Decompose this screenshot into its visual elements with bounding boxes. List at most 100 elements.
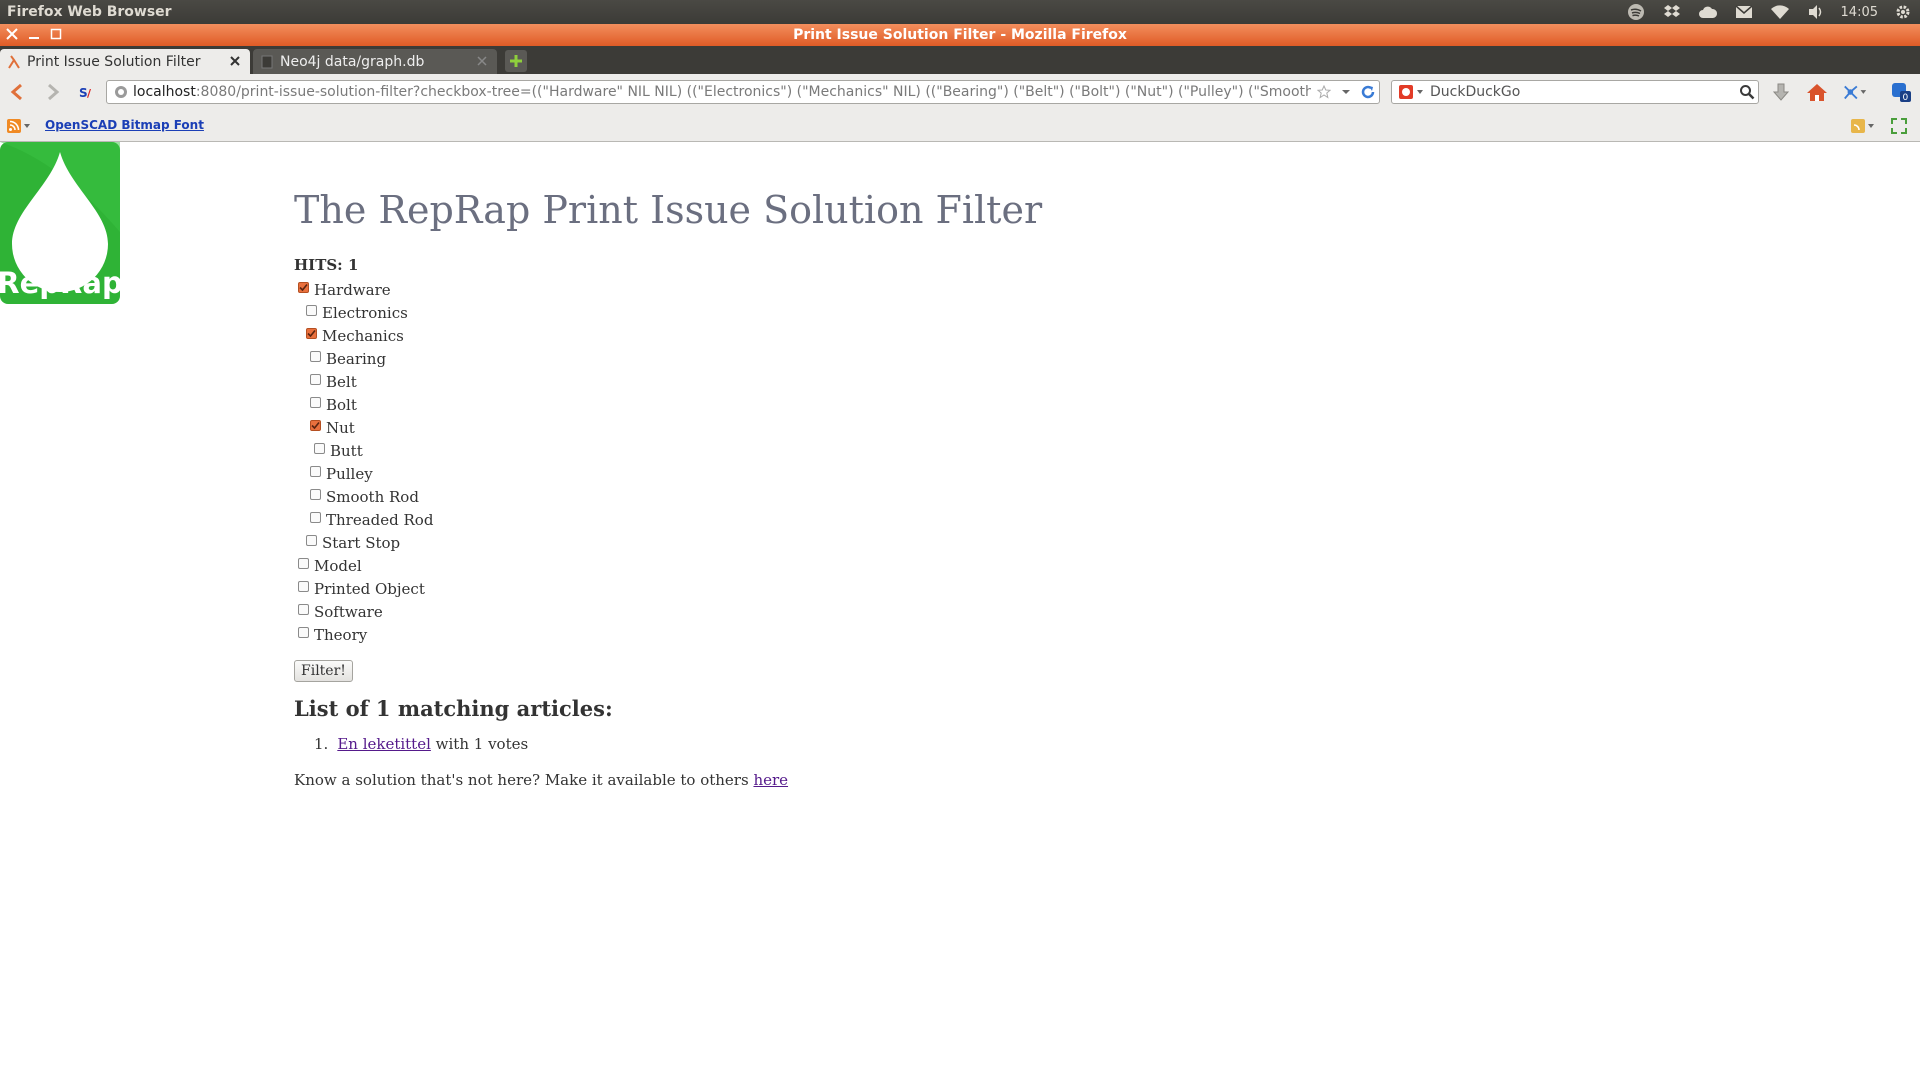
active-app-name: Firefox Web Browser	[7, 4, 172, 20]
tree-item-label: Printed Object	[314, 579, 425, 598]
window-title: Print Issue Solution Filter - Mozilla Fi…	[793, 27, 1127, 43]
checkbox-checked[interactable]	[306, 328, 317, 339]
checkbox-unchecked[interactable]	[298, 604, 309, 615]
history-dropdown-icon[interactable]	[1337, 82, 1355, 102]
contribute-link[interactable]: here	[753, 771, 788, 789]
search-engine-icon[interactable]	[1394, 82, 1426, 102]
bookmark-star-icon[interactable]	[1315, 82, 1333, 102]
spotify-icon[interactable]	[1625, 2, 1647, 22]
logo-text: RepRap	[0, 266, 120, 300]
gear-icon[interactable]	[1892, 2, 1914, 22]
reload-icon[interactable]	[1359, 82, 1377, 102]
result-article-link[interactable]: En leketittel	[337, 735, 431, 753]
site-identity-icon[interactable]	[111, 82, 131, 102]
tree-item[interactable]: Bearing	[294, 347, 1494, 370]
main-content: The RepRap Print Issue Solution Filter H…	[294, 188, 1494, 789]
addon-network-icon[interactable]	[1842, 80, 1868, 104]
checkbox-unchecked[interactable]	[298, 581, 309, 592]
url-text[interactable]: localhost:8080/print-issue-solution-filt…	[133, 84, 1323, 100]
window-titlebar[interactable]: Print Issue Solution Filter - Mozilla Fi…	[0, 24, 1920, 46]
tree-item[interactable]: Electronics	[294, 301, 1494, 324]
bookmarks-toolbar: OpenSCAD Bitmap Font	[0, 110, 1920, 142]
home-icon[interactable]	[1804, 80, 1830, 104]
checkbox-unchecked[interactable]	[310, 489, 321, 500]
hits-count: HITS: 1	[294, 256, 359, 274]
url-host: localhost	[133, 84, 196, 100]
cloud-icon[interactable]	[1697, 2, 1719, 22]
tab-print-issue-solution-filter[interactable]: Print Issue Solution Filter	[0, 49, 250, 74]
tree-item-label: Threaded Rod	[326, 510, 434, 529]
search-icon[interactable]	[1736, 82, 1758, 102]
stumbleupon-icon[interactable]: S /	[75, 80, 99, 104]
rss-feed-icon[interactable]	[6, 117, 32, 135]
checkbox-checked[interactable]	[298, 282, 309, 293]
tree-item[interactable]: Printed Object	[294, 577, 1494, 600]
bookmark-openscad-bitmap-font[interactable]: OpenSCAD Bitmap Font	[45, 118, 204, 132]
tree-item-label: Start Stop	[322, 533, 401, 552]
back-icon[interactable]	[5, 80, 29, 104]
tree-item[interactable]: Hardware	[294, 278, 1494, 301]
tree-item[interactable]: Model	[294, 554, 1494, 577]
url-path: :8080/print-issue-solution-filter?checkb…	[195, 84, 1323, 100]
tree-item[interactable]: Threaded Rod	[294, 508, 1494, 531]
download-icon[interactable]	[1768, 80, 1794, 104]
checkbox-unchecked[interactable]	[298, 627, 309, 638]
tree-item[interactable]: Belt	[294, 370, 1494, 393]
navigation-toolbar: S / localhost:8080/print-issue-solution-f…	[0, 74, 1920, 110]
checkbox-unchecked[interactable]	[310, 512, 321, 523]
close-window-icon[interactable]	[4, 26, 20, 42]
minimize-window-icon[interactable]	[26, 26, 42, 42]
forward-icon[interactable]	[41, 80, 65, 104]
tree-item-label: Smooth Rod	[326, 487, 419, 506]
checkbox-unchecked[interactable]	[306, 535, 317, 546]
clock[interactable]: 14:05	[1841, 2, 1878, 22]
wifi-icon[interactable]	[1769, 2, 1791, 22]
bookmarks-right-tools	[1850, 117, 1912, 135]
mail-icon[interactable]	[1733, 2, 1755, 22]
tree-item-label: Electronics	[322, 303, 408, 322]
tree-item-label: Bearing	[326, 349, 387, 368]
reprap-logo[interactable]: RepRap	[0, 142, 123, 304]
filter-button[interactable]: Filter!	[294, 660, 353, 682]
tab-strip: Print Issue Solution Filter Neo4j data/g…	[0, 46, 1920, 74]
tree-item[interactable]: Nut	[294, 416, 1494, 439]
feed-menu-icon[interactable]	[1850, 117, 1876, 135]
maximize-window-icon[interactable]	[48, 26, 64, 42]
checkbox-unchecked[interactable]	[306, 305, 317, 316]
volume-icon[interactable]	[1805, 2, 1827, 22]
tree-item[interactable]: Butt	[294, 439, 1494, 462]
checkbox-unchecked[interactable]	[310, 374, 321, 385]
search-bar[interactable]: DuckDuckGo	[1391, 80, 1759, 104]
fullscreen-icon[interactable]	[1886, 117, 1912, 135]
checkbox-unchecked[interactable]	[298, 558, 309, 569]
category-checkbox-tree: Hardware Electronics Mechanics Bearing Belt B…	[294, 278, 1494, 646]
close-tab-icon[interactable]	[474, 53, 490, 69]
new-tab-button[interactable]	[505, 50, 527, 72]
close-tab-icon[interactable]	[227, 53, 243, 69]
tree-item[interactable]: Theory	[294, 623, 1494, 646]
addon-badge-icon[interactable]: 0	[1888, 80, 1914, 104]
tree-item[interactable]: Smooth Rod	[294, 485, 1494, 508]
url-bar[interactable]: localhost:8080/print-issue-solution-filt…	[106, 80, 1380, 104]
tree-item[interactable]: Pulley	[294, 462, 1494, 485]
page-favicon-icon	[259, 54, 275, 70]
checkbox-unchecked[interactable]	[310, 466, 321, 477]
tree-item[interactable]: Software	[294, 600, 1494, 623]
tree-item[interactable]: Bolt	[294, 393, 1494, 416]
checkbox-unchecked[interactable]	[310, 397, 321, 408]
indicator-area: 14:05	[1625, 0, 1914, 24]
dropbox-icon[interactable]	[1661, 2, 1683, 22]
window-controls	[4, 26, 64, 42]
search-input[interactable]: DuckDuckGo	[1430, 84, 1736, 100]
tree-item[interactable]: Start Stop	[294, 531, 1494, 554]
checkbox-unchecked[interactable]	[314, 443, 325, 454]
checkbox-unchecked[interactable]	[310, 351, 321, 362]
tab-label: Print Issue Solution Filter	[27, 53, 201, 70]
tree-item-label: Butt	[330, 441, 363, 460]
url-actions	[1311, 82, 1377, 102]
web-page: RepRap The RepRap Print Issue Solution F…	[0, 142, 1920, 1080]
tree-item-label: Belt	[326, 372, 357, 391]
checkbox-checked[interactable]	[310, 420, 321, 431]
tab-neo4j-graph-db[interactable]: Neo4j data/graph.db	[253, 49, 497, 74]
tree-item[interactable]: Mechanics	[294, 324, 1494, 347]
